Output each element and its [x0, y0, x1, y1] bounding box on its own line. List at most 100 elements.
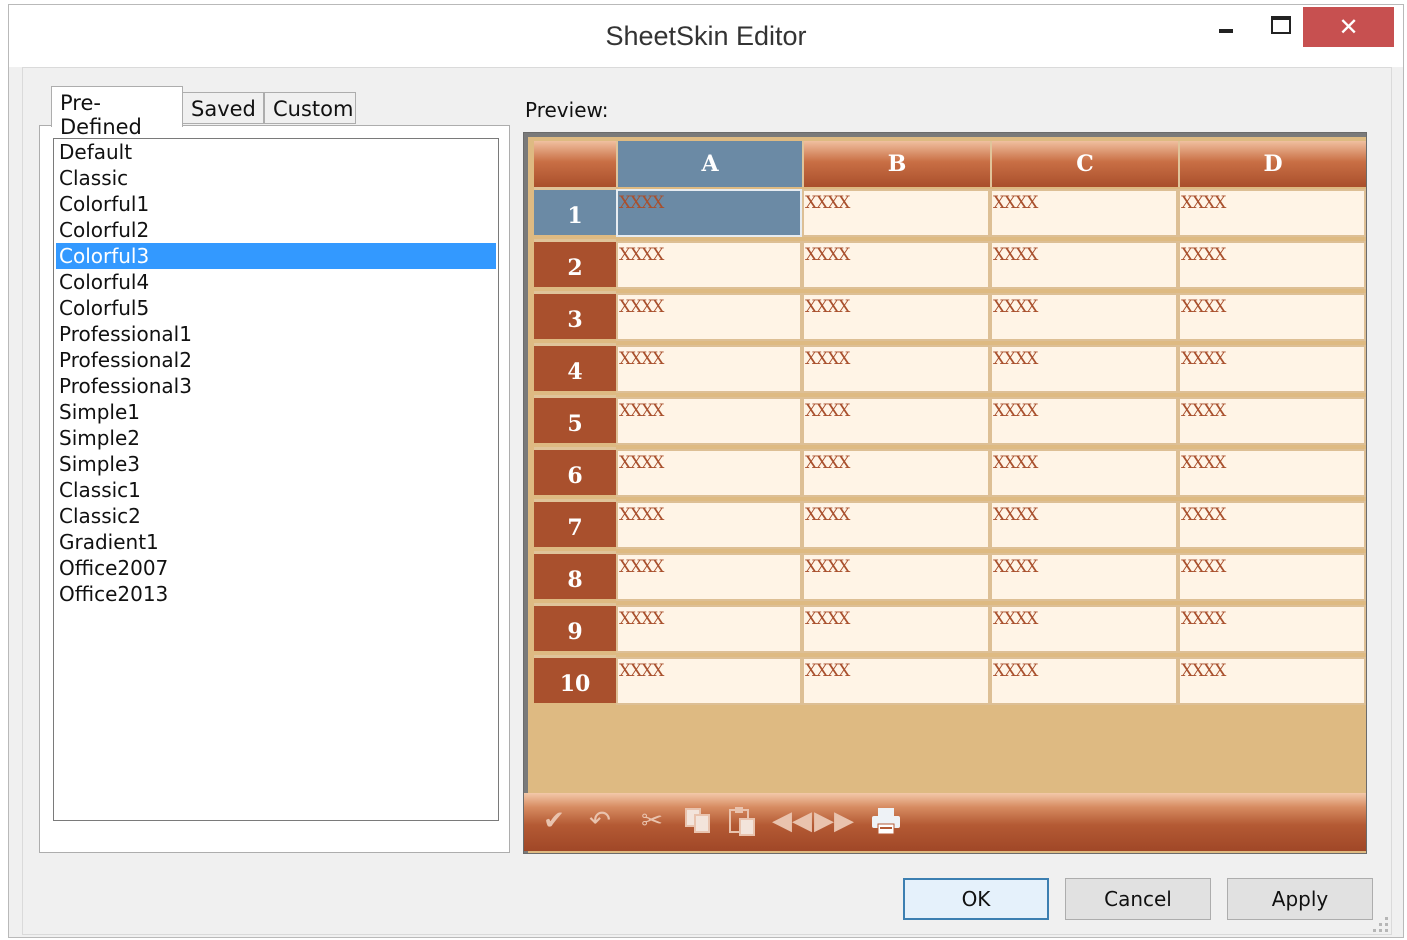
grid-cell[interactable]: XXXX: [802, 189, 990, 237]
skin-listbox[interactable]: Default Classic Colorful1 Colorful2 Colorful…: [53, 138, 499, 821]
skin-list-item[interactable]: Gradient1: [54, 529, 498, 555]
skin-list-item[interactable]: Colorful2: [54, 217, 498, 243]
skin-list-item[interactable]: Classic2: [54, 503, 498, 529]
row-header[interactable]: 8: [534, 551, 616, 599]
grid-cell[interactable]: XXXX: [616, 553, 802, 601]
row-header[interactable]: 5: [534, 395, 616, 443]
preview-toolbar: ✔ ↶ ✂ ◀◀ ▶▶: [524, 793, 1366, 851]
dialog-content: Pre-Defined Saved Custom Default Classic C…: [22, 67, 1392, 935]
grid-cell[interactable]: XXXX: [802, 605, 990, 653]
grid-cell[interactable]: XXXX: [1178, 657, 1366, 705]
ok-button[interactable]: OK: [903, 878, 1049, 920]
grid-cell[interactable]: XXXX: [1178, 501, 1366, 549]
grid-cell[interactable]: XXXX: [616, 345, 802, 393]
grid-cell[interactable]: XXXX: [802, 345, 990, 393]
print-icon[interactable]: [868, 805, 904, 837]
skin-list-item[interactable]: Office2013: [54, 581, 498, 607]
grid-cell[interactable]: XXXX: [990, 189, 1178, 237]
column-header[interactable]: B: [802, 141, 990, 187]
row-header[interactable]: 6: [534, 447, 616, 495]
apply-button[interactable]: Apply: [1227, 878, 1373, 920]
grid-cell[interactable]: XXXX: [616, 657, 802, 705]
column-header[interactable]: C: [990, 141, 1178, 187]
undo-icon[interactable]: ↶: [582, 805, 618, 837]
row-header[interactable]: 10: [534, 655, 616, 703]
skin-list-item[interactable]: Simple2: [54, 425, 498, 451]
minimize-icon: [1219, 29, 1233, 33]
title-bar[interactable]: SheetSkin Editor ✕: [9, 5, 1403, 67]
skin-list-item[interactable]: Professional2: [54, 347, 498, 373]
grid-cell[interactable]: XXXX: [616, 397, 802, 445]
row-header[interactable]: 9: [534, 603, 616, 651]
grid-cell[interactable]: XXXX: [802, 449, 990, 497]
grid-cell[interactable]: XXXX: [616, 449, 802, 497]
grid-cell[interactable]: XXXX: [990, 553, 1178, 601]
close-button[interactable]: ✕: [1303, 7, 1394, 47]
grid-cell[interactable]: XXXX: [990, 605, 1178, 653]
grid-cell[interactable]: XXXX: [802, 501, 990, 549]
grid-cell[interactable]: XXXX: [1178, 293, 1366, 341]
maximize-button[interactable]: [1253, 5, 1309, 45]
close-icon: ✕: [1338, 13, 1359, 41]
grid-cell[interactable]: XXXX: [990, 345, 1178, 393]
grid-cell[interactable]: XXXX: [802, 553, 990, 601]
grid-cell[interactable]: XXXX: [990, 657, 1178, 705]
grid-cell[interactable]: XXXX: [1178, 553, 1366, 601]
skin-list-item[interactable]: Colorful4: [54, 269, 498, 295]
grid-cell[interactable]: XXXX: [990, 293, 1178, 341]
grid-corner: [534, 141, 616, 187]
grid-cell[interactable]: XXXX: [616, 189, 802, 237]
row-header[interactable]: 1: [534, 187, 616, 235]
grid-cell[interactable]: XXXX: [802, 397, 990, 445]
skin-list-item[interactable]: Classic: [54, 165, 498, 191]
grid-cell[interactable]: XXXX: [616, 293, 802, 341]
skin-list-item[interactable]: Default: [54, 139, 498, 165]
grid-cell[interactable]: XXXX: [1178, 449, 1366, 497]
skin-list-item[interactable]: Professional3: [54, 373, 498, 399]
previous-icon[interactable]: ◀◀: [772, 805, 812, 837]
grid-cell[interactable]: XXXX: [802, 657, 990, 705]
grid-cell[interactable]: XXXX: [1178, 241, 1366, 289]
sheetskin-editor-window: SheetSkin Editor ✕ Pre-Defined Saved Cus…: [8, 4, 1404, 938]
skin-list-item[interactable]: Colorful3: [56, 243, 496, 269]
minimize-button[interactable]: [1201, 5, 1251, 45]
row-header[interactable]: 4: [534, 343, 616, 391]
preview-grid: A B C D 1 XXXX XXXX XXXX XXXX 2 XXXX XXXX XXXX XXXX 3 X…: [524, 133, 1366, 853]
row-header[interactable]: 3: [534, 291, 616, 339]
tab-pre-defined[interactable]: Pre-Defined: [51, 86, 183, 139]
skin-list-item[interactable]: Simple1: [54, 399, 498, 425]
next-icon[interactable]: ▶▶: [814, 805, 854, 837]
grid-cell[interactable]: XXXX: [1178, 605, 1366, 653]
resize-grip-icon[interactable]: [1373, 917, 1389, 933]
grid-cell[interactable]: XXXX: [616, 605, 802, 653]
grid-cell[interactable]: XXXX: [990, 449, 1178, 497]
grid-cell[interactable]: XXXX: [1178, 189, 1366, 237]
grid-cell[interactable]: XXXX: [990, 397, 1178, 445]
tab-custom[interactable]: Custom: [264, 92, 356, 124]
skin-list-item[interactable]: Colorful1: [54, 191, 498, 217]
grid-cell[interactable]: XXXX: [990, 241, 1178, 289]
grid-cell[interactable]: XXXX: [1178, 345, 1366, 393]
cancel-button[interactable]: Cancel: [1065, 878, 1211, 920]
grid-cell[interactable]: XXXX: [616, 501, 802, 549]
skin-list-item[interactable]: Classic1: [54, 477, 498, 503]
tab-saved[interactable]: Saved: [182, 92, 264, 124]
skin-list-item[interactable]: Professional1: [54, 321, 498, 347]
row-header[interactable]: 2: [534, 239, 616, 287]
skin-list-item[interactable]: Colorful5: [54, 295, 498, 321]
grid-cell[interactable]: XXXX: [1178, 397, 1366, 445]
row-header[interactable]: 7: [534, 499, 616, 547]
skin-list-item[interactable]: Office2007: [54, 555, 498, 581]
grid-cell[interactable]: XXXX: [990, 501, 1178, 549]
grid-cell[interactable]: XXXX: [616, 241, 802, 289]
column-header[interactable]: D: [1178, 141, 1366, 187]
copy-icon[interactable]: [680, 805, 716, 837]
grid-cell[interactable]: XXXX: [802, 241, 990, 289]
window-title: SheetSkin Editor: [605, 21, 807, 51]
skin-list-item[interactable]: Simple3: [54, 451, 498, 477]
grid-cell[interactable]: XXXX: [802, 293, 990, 341]
cut-icon[interactable]: ✂: [634, 805, 670, 837]
column-header[interactable]: A: [616, 141, 802, 187]
check-icon[interactable]: ✔: [536, 805, 572, 837]
paste-icon[interactable]: [724, 805, 760, 837]
